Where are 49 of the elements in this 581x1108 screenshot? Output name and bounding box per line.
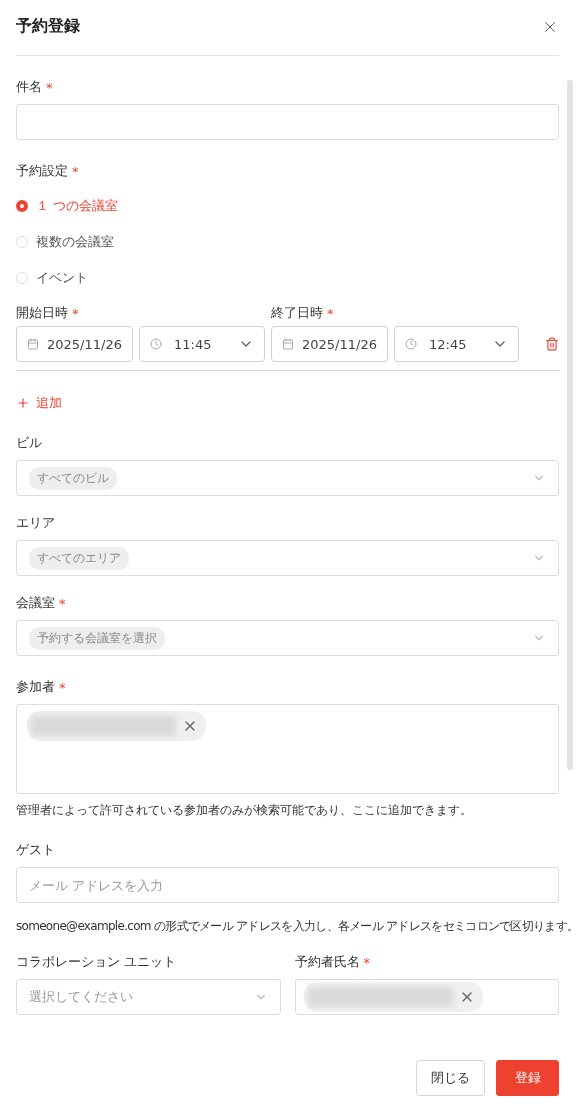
- select-field[interactable]: すべてのエリア: [16, 540, 559, 576]
- date-field[interactable]: 2025/11/26: [271, 326, 388, 362]
- field-label: 件名: [16, 78, 42, 96]
- clock-icon: [405, 338, 417, 350]
- select-field[interactable]: 選択してください: [16, 979, 281, 1015]
- guest-field[interactable]: メール アドレスを入力: [16, 867, 559, 903]
- required-mark: *: [72, 163, 79, 179]
- participants-field[interactable]: [16, 704, 559, 794]
- delete-icon[interactable]: [545, 337, 559, 351]
- select-tag: すべてのビル: [29, 466, 117, 490]
- required-mark: *: [72, 305, 79, 321]
- radio-label: イベント: [36, 269, 88, 287]
- add-button[interactable]: 追加: [16, 394, 62, 412]
- calendar-icon: [27, 338, 39, 350]
- field-label: 予約者氏名: [294, 953, 360, 971]
- required-mark: *: [46, 79, 53, 95]
- field-label: 開始日時: [16, 304, 68, 322]
- radio-button[interactable]: [16, 200, 28, 212]
- field-label: コラボレーション ユニット: [16, 953, 177, 971]
- radio-label: 複数の会議室: [36, 233, 114, 251]
- field-label: ビル: [16, 434, 42, 452]
- field-label: 予約設定: [16, 162, 68, 180]
- field-label: 参加者: [16, 678, 55, 696]
- subject-field[interactable]: [16, 104, 559, 140]
- plus-icon: [16, 396, 30, 410]
- field-label: エリア: [16, 514, 55, 532]
- field-label: 会議室: [16, 594, 55, 612]
- required-mark: *: [59, 679, 66, 695]
- select-tag: すべてのエリア: [29, 546, 129, 570]
- required-mark: *: [59, 595, 66, 611]
- select-field[interactable]: すべてのビル: [16, 460, 559, 496]
- required-mark: *: [363, 954, 370, 970]
- field-label: ゲスト: [16, 841, 55, 859]
- time-field[interactable]: 12:45: [394, 326, 519, 362]
- time-field[interactable]: 11:45: [139, 326, 265, 362]
- dialog-title: 予約登録: [16, 16, 80, 37]
- help-text: someone@example.com の形式でメール アドレスを入力し、各メール アドレスをセミコロンで区切ります。: [16, 918, 577, 935]
- submit-button[interactable]: 登録: [496, 1060, 559, 1096]
- close-button[interactable]: 閉じる: [416, 1060, 485, 1096]
- calendar-icon: [282, 338, 294, 350]
- clock-icon: [150, 338, 162, 350]
- organizer-field[interactable]: [294, 979, 559, 1015]
- radio-label: １ つの会議室: [36, 197, 119, 215]
- required-mark: *: [327, 305, 334, 321]
- select-field[interactable]: 予約する会議室を選択: [16, 620, 559, 656]
- field-label: 終了日時: [271, 304, 323, 322]
- date-field[interactable]: 2025/11/26: [16, 326, 133, 362]
- help-text: 管理者によって許可されている参加者のみが検索可能であり、ここに追加できます。: [16, 802, 473, 819]
- select-tag: 予約する会議室を選択: [29, 626, 165, 650]
